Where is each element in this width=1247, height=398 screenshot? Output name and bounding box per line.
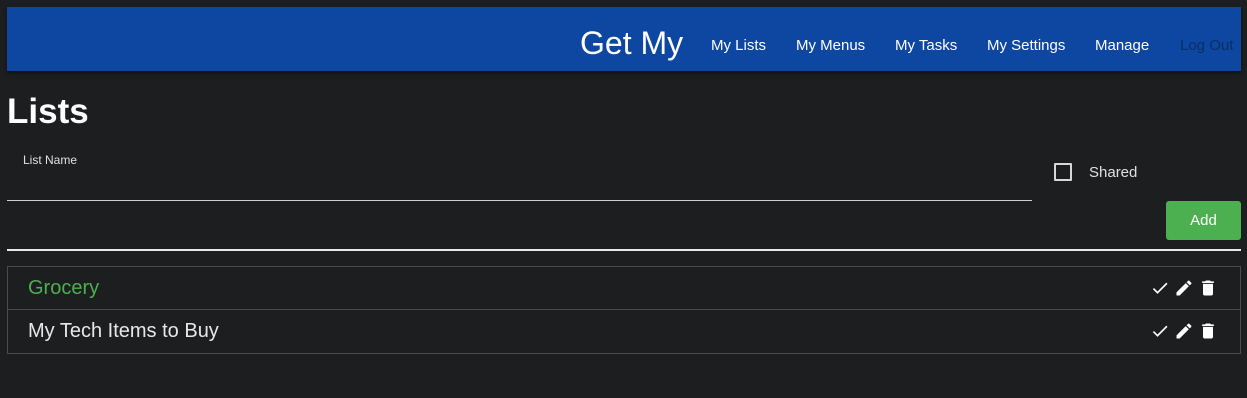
list-item[interactable]: My Tech Items to Buy [8, 310, 1240, 353]
section-divider [7, 249, 1241, 251]
trash-icon[interactable] [1198, 321, 1218, 341]
pencil-icon[interactable] [1174, 321, 1194, 341]
nav-link-my-menus[interactable]: My Menus [796, 38, 865, 53]
shared-checkbox-label[interactable]: Shared [1089, 165, 1137, 180]
top-navbar: Get My My Lists My Menus My Tasks My Set… [7, 7, 1241, 71]
add-list-button[interactable]: Add [1166, 201, 1241, 240]
page-title: Lists [7, 92, 89, 131]
brand-title[interactable]: Get My [580, 27, 683, 59]
check-icon[interactable] [1150, 321, 1170, 341]
list-item-actions [1150, 321, 1218, 341]
pencil-icon[interactable] [1174, 278, 1194, 298]
nav-link-manage[interactable]: Manage [1095, 38, 1149, 53]
nav-link-my-tasks[interactable]: My Tasks [895, 38, 957, 53]
shared-checkbox[interactable] [1054, 163, 1072, 181]
list-name-input[interactable] [7, 168, 1032, 201]
list-name-label: List Name [23, 153, 78, 167]
check-icon[interactable] [1150, 278, 1170, 298]
list-item[interactable]: Grocery [8, 267, 1240, 310]
list-item-name[interactable]: My Tech Items to Buy [28, 321, 219, 341]
nav-link-my-settings[interactable]: My Settings [987, 38, 1065, 53]
lists-container: Grocery My Tech Items to Buy [7, 266, 1241, 354]
list-item-actions [1150, 278, 1218, 298]
nav-link-log-out[interactable]: Log Out [1180, 38, 1233, 53]
list-item-name[interactable]: Grocery [28, 278, 99, 298]
trash-icon[interactable] [1198, 278, 1218, 298]
nav-link-my-lists[interactable]: My Lists [711, 38, 766, 53]
